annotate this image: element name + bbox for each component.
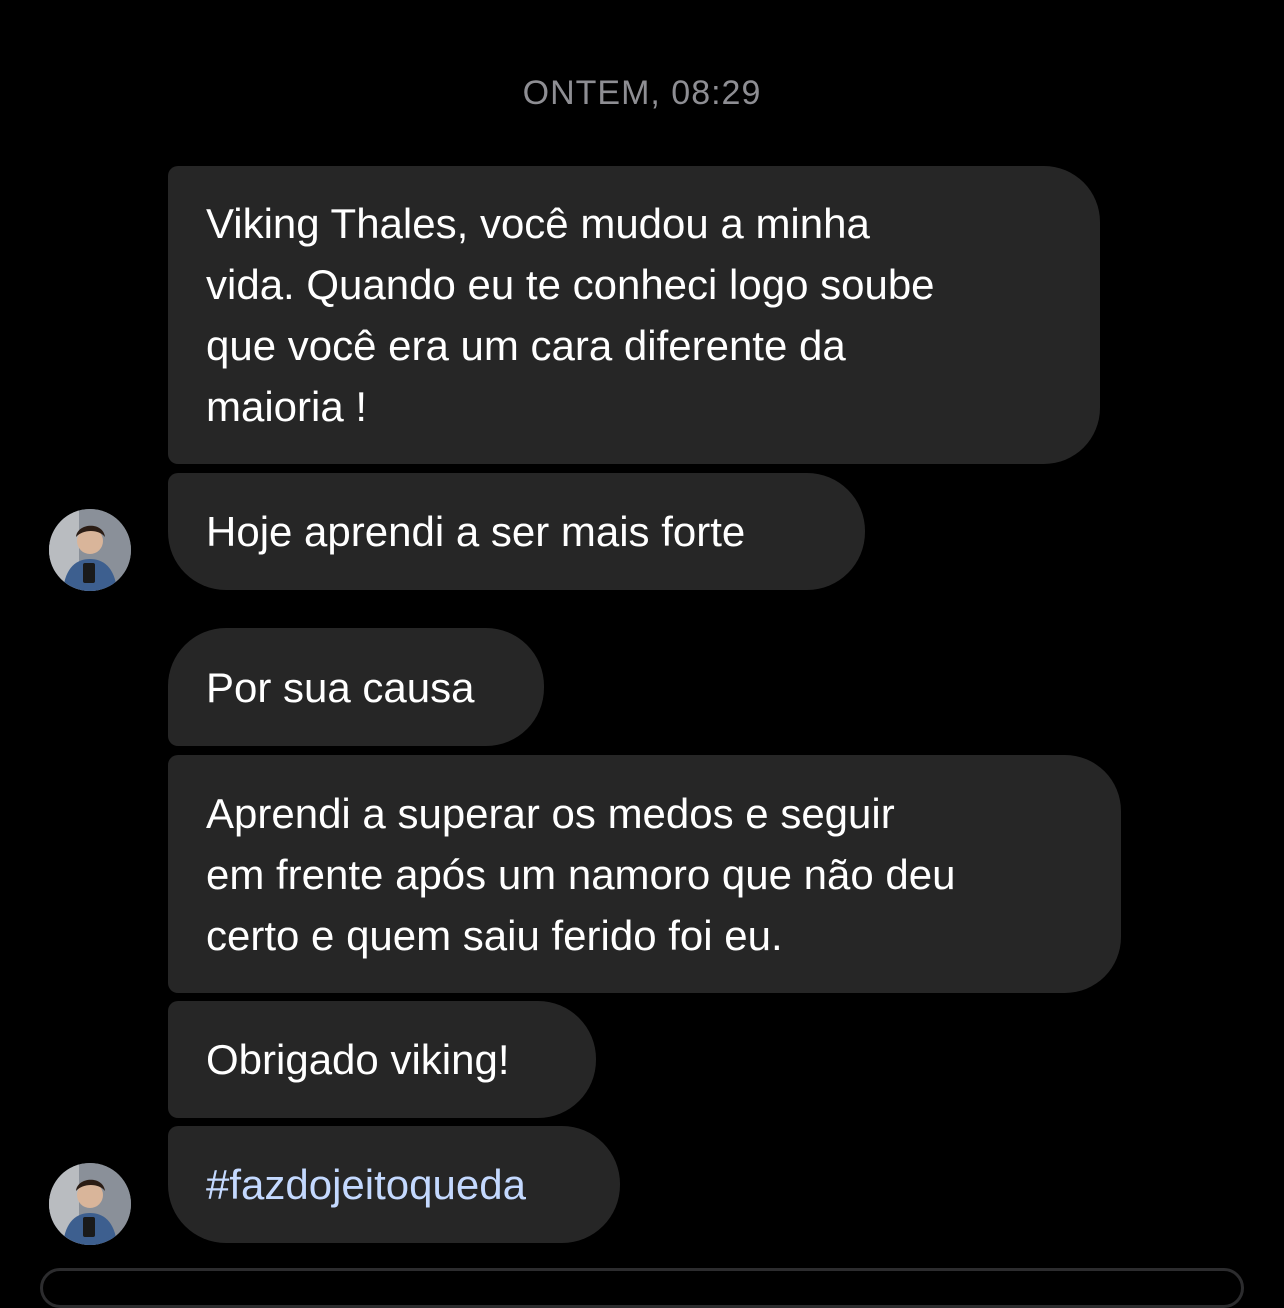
message-bubble[interactable]: Obrigado viking! (168, 1001, 596, 1118)
avatar-icon (49, 509, 131, 591)
message-bubble[interactable]: Hoje aprendi a ser mais forte (168, 473, 865, 590)
message-bubble[interactable]: Viking Thales, você mudou a minha vida. … (168, 166, 1100, 464)
message-bubble[interactable]: Aprendi a superar os medos e seguir em f… (168, 755, 1121, 993)
sender-avatar[interactable] (49, 509, 131, 591)
sender-avatar[interactable] (49, 1163, 131, 1245)
message-text: Hoje aprendi a ser mais forte (206, 508, 746, 555)
date-separator: ONTEM, 08:29 (522, 74, 762, 112)
message-text: Aprendi a superar os medos e seguir em f… (206, 789, 956, 959)
message-text: Viking Thales, você mudou a minha vida. … (206, 200, 935, 430)
message-composer[interactable] (40, 1268, 1244, 1308)
avatar-icon (49, 1163, 131, 1245)
message-bubble[interactable]: Por sua causa (168, 628, 544, 746)
hashtag-link[interactable]: #fazdojeitoqueda (206, 1154, 526, 1215)
message-text: Obrigado viking! (206, 1036, 510, 1083)
message-text: Por sua causa (206, 663, 475, 711)
message-bubble[interactable]: #fazdojeitoqueda (168, 1126, 620, 1243)
